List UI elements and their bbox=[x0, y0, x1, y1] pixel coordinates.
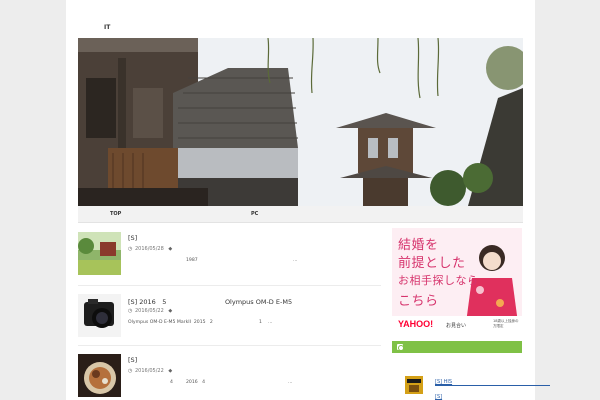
post-separator bbox=[78, 345, 381, 346]
post-title[interactable]: [S] bbox=[128, 356, 137, 364]
post-excerpt: Olympus OM-D E-M5 MarkII 2015 2 bbox=[128, 320, 213, 325]
post-thumbnail[interactable] bbox=[78, 294, 121, 337]
post-meta: ◷ 2016/05/28 ◆ bbox=[128, 246, 172, 252]
nav-item-pc[interactable]: PC bbox=[251, 211, 258, 217]
post-excerpt-more: ... bbox=[288, 380, 293, 385]
site-title[interactable]: IT bbox=[104, 24, 110, 31]
thumbnail-image bbox=[78, 354, 121, 397]
ad-logo: YAHOO! bbox=[398, 319, 434, 329]
ad-headline-1: 結婚を bbox=[398, 238, 439, 253]
rss-icon[interactable] bbox=[397, 344, 404, 351]
post-meta: ◷ 2016/05/22 ◆ bbox=[128, 368, 172, 374]
header-photo bbox=[78, 38, 523, 206]
post-excerpt-num: 1 bbox=[259, 320, 262, 325]
thumbnail-image bbox=[78, 232, 121, 275]
thumbnail-image bbox=[78, 294, 121, 337]
feed-widget-header bbox=[392, 341, 522, 353]
sidebar-ad-banner[interactable]: 結婚を 前提とした お相手探しなら こちら YAHOO! お見合い 18歳以上独… bbox=[392, 228, 522, 337]
side-thumbnail-image bbox=[405, 376, 423, 394]
main-nav: TOP PC bbox=[78, 206, 523, 223]
post-excerpt: 4 bbox=[170, 380, 173, 385]
post-excerpt-more: ... bbox=[268, 320, 273, 325]
ad-headline-3: お相手探しなら bbox=[398, 274, 479, 287]
clock-icon: ◷ bbox=[128, 246, 133, 252]
post-meta: ◷ 2016/05/22 ◆ bbox=[128, 308, 172, 314]
tag-icon[interactable]: ◆ bbox=[168, 308, 172, 314]
post-thumbnail[interactable] bbox=[78, 232, 121, 275]
ad-headline-4: こちら bbox=[398, 294, 439, 309]
ad-headline-2: 前提とした bbox=[398, 256, 466, 271]
post-excerpt-more: ... bbox=[293, 258, 298, 263]
clock-icon: ◷ bbox=[128, 308, 133, 314]
post-excerpt: 1987 bbox=[186, 258, 198, 263]
side-item-thumbnail[interactable] bbox=[405, 376, 423, 394]
post-thumbnail[interactable] bbox=[78, 354, 121, 397]
header-image bbox=[78, 38, 523, 206]
sidebar-link[interactable]: [S] bbox=[435, 394, 442, 400]
clock-icon: ◷ bbox=[128, 368, 133, 374]
tag-icon[interactable]: ◆ bbox=[168, 246, 172, 252]
sidebar-link-underline bbox=[435, 385, 550, 386]
tag-icon[interactable]: ◆ bbox=[168, 368, 172, 374]
ad-logo-sub: お見合い bbox=[446, 323, 467, 329]
post-date: 2016/05/22 bbox=[134, 368, 164, 374]
post-date: 2016/05/22 bbox=[134, 308, 164, 314]
post-title[interactable]: [S] bbox=[128, 234, 137, 242]
post-excerpt-date: 2016 4 bbox=[186, 380, 205, 385]
post-date: 2016/05/28 bbox=[134, 246, 164, 252]
post-separator bbox=[78, 285, 381, 286]
ad-small-print: 18歳以上独身の方限定 bbox=[493, 319, 519, 328]
nav-item-top[interactable]: TOP bbox=[110, 211, 121, 217]
page-container: IT TOP PC bbox=[66, 0, 535, 400]
post-title[interactable]: [S] 2016 5 Olympus OM-D E-M5 bbox=[128, 296, 292, 306]
